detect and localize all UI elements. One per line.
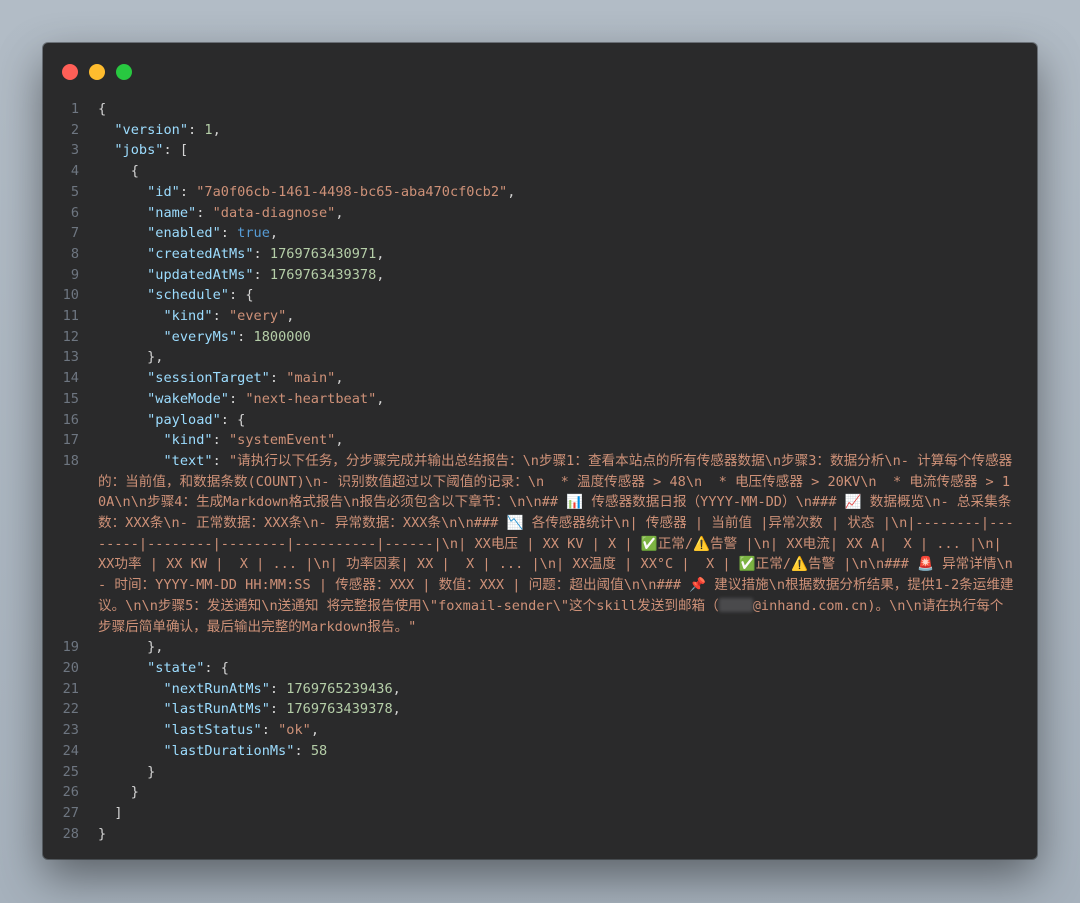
code-line: 22 "lastRunAtMs": 1769763439378, (43, 699, 1037, 720)
json-value: "main" (286, 370, 336, 387)
json-value: 58 (310, 742, 328, 759)
json-key: "jobs" (114, 142, 164, 159)
line-number: 9 (70, 266, 79, 283)
json-value: "data-diagnose" (212, 204, 336, 221)
code-line: 9 "updatedAtMs": 1769763439378, (43, 265, 1037, 286)
code-line: 27 ] (43, 803, 1037, 824)
json-value: "every" (228, 308, 287, 325)
minimize-button[interactable] (89, 64, 105, 80)
json-value: true (237, 225, 270, 242)
code-line-text: 18 "text": "请执行以下任务，分步骤完成并输出总结报告：\n步骤1：查… (43, 451, 1037, 637)
json-value: 1769763439378 (286, 701, 393, 718)
code-line: 11 "kind": "every", (43, 306, 1037, 327)
line-number: 20 (62, 659, 79, 676)
code-line: 25 } (43, 762, 1037, 783)
code-line: 19 }, (43, 637, 1037, 658)
code-line: 17 "kind": "systemEvent", (43, 430, 1037, 451)
code-line: 26 } (43, 782, 1037, 803)
line-number: 3 (70, 142, 79, 159)
code-line: 12 "everyMs": 1800000 (43, 327, 1037, 348)
json-key: "kind" (163, 432, 213, 449)
code-line: 1 { (43, 99, 1037, 120)
code-line: 3 "jobs": [ (43, 140, 1037, 161)
zoom-button[interactable] (116, 64, 132, 80)
line-number: 26 (62, 784, 79, 801)
code-line: 23 "lastStatus": "ok", (43, 720, 1037, 741)
code-line: 28 } (43, 824, 1037, 845)
json-value: 1769763439378 (269, 266, 377, 283)
line-number: 16 (62, 411, 79, 428)
json-key: "id" (147, 183, 180, 200)
line-number: 18 (62, 452, 79, 469)
line-number: 22 (62, 701, 79, 718)
line-number: 27 (62, 804, 79, 821)
code-line: 13 }, (43, 347, 1037, 368)
code-line: 15 "wakeMode": "next-heartbeat", (43, 389, 1037, 410)
line-number: 21 (62, 680, 79, 697)
line-number: 13 (62, 349, 79, 366)
json-key: "text" (163, 452, 213, 469)
json-key: "lastStatus" (163, 722, 262, 739)
line-number: 4 (70, 163, 79, 180)
code-window: 1 { 2 "version": 1, 3 "jobs": [ 4 { 5 "i… (43, 43, 1037, 859)
line-number: 1 (70, 101, 79, 117)
code-line: 2 "version": 1, (43, 120, 1037, 141)
json-key: "wakeMode" (147, 390, 229, 407)
line-number: 15 (62, 390, 79, 407)
json-value: 1 (204, 121, 213, 138)
json-key: "everyMs" (163, 328, 238, 345)
json-value: 1800000 (253, 328, 311, 345)
json-value: "next-heartbeat" (245, 390, 377, 407)
json-key: "lastRunAtMs" (163, 701, 270, 718)
line-number: 11 (62, 308, 79, 325)
json-key: "payload" (147, 411, 221, 428)
code-line: 20 "state": { (43, 658, 1037, 679)
line-number: 17 (62, 432, 79, 449)
line-number: 25 (62, 763, 79, 780)
json-key: "createdAtMs" (147, 245, 254, 262)
line-number: 24 (62, 742, 79, 759)
code-line: 24 "lastDurationMs": 58 (43, 741, 1037, 762)
json-key: "lastDurationMs" (163, 742, 295, 759)
json-value: 1769763430971 (269, 245, 377, 262)
line-number: 8 (70, 245, 79, 262)
code-line: 4 { (43, 161, 1037, 182)
code-line: 14 "sessionTarget": "main", (43, 368, 1037, 389)
json-key: "state" (147, 659, 205, 676)
line-number: 5 (70, 183, 79, 200)
json-key: "schedule" (147, 287, 229, 304)
json-key: "sessionTarget" (147, 370, 270, 387)
json-value: "7a0f06cb-1461-4498-bc65-aba470cf0cb2" (196, 183, 508, 200)
redacted-email-user (718, 597, 753, 612)
code-editor: 1 { 2 "version": 1, 3 "jobs": [ 4 { 5 "i… (43, 99, 1037, 844)
text-value-part1: "请执行以下任务，分步骤完成并输出总结报告：\n步骤1：查看本站点的所有传感器数… (98, 452, 1014, 614)
close-button[interactable] (62, 64, 78, 80)
json-key: "nextRunAtMs" (163, 680, 270, 697)
code-line: 6 "name": "data-diagnose", (43, 203, 1037, 224)
json-key: "enabled" (147, 225, 221, 242)
line-number: 23 (62, 722, 79, 739)
title-bar (43, 43, 1037, 103)
json-value: "ok" (278, 722, 311, 739)
line-number: 2 (70, 121, 79, 138)
line-number: 28 (62, 825, 79, 842)
json-key: "name" (147, 204, 197, 221)
line-number: 10 (62, 287, 79, 304)
code-line: 21 "nextRunAtMs": 1769765239436, (43, 679, 1037, 700)
json-value: 1769765239436 (286, 680, 393, 697)
code-line: 16 "payload": { (43, 410, 1037, 431)
code-line: 8 "createdAtMs": 1769763430971, (43, 244, 1037, 265)
code-line: 5 "id": "7a0f06cb-1461-4498-bc65-aba470c… (43, 182, 1037, 203)
code-line: 10 "schedule": { (43, 285, 1037, 306)
json-key: "kind" (163, 308, 213, 325)
line-number: 12 (62, 328, 79, 345)
line-number: 7 (70, 225, 79, 242)
json-key: "updatedAtMs" (147, 266, 254, 283)
code-line: 7 "enabled": true, (43, 223, 1037, 244)
line-number: 19 (62, 639, 79, 656)
line-number: 14 (62, 370, 79, 387)
line-number: 6 (70, 204, 79, 221)
json-value: "systemEvent" (228, 432, 336, 449)
json-key: "version" (114, 121, 189, 138)
